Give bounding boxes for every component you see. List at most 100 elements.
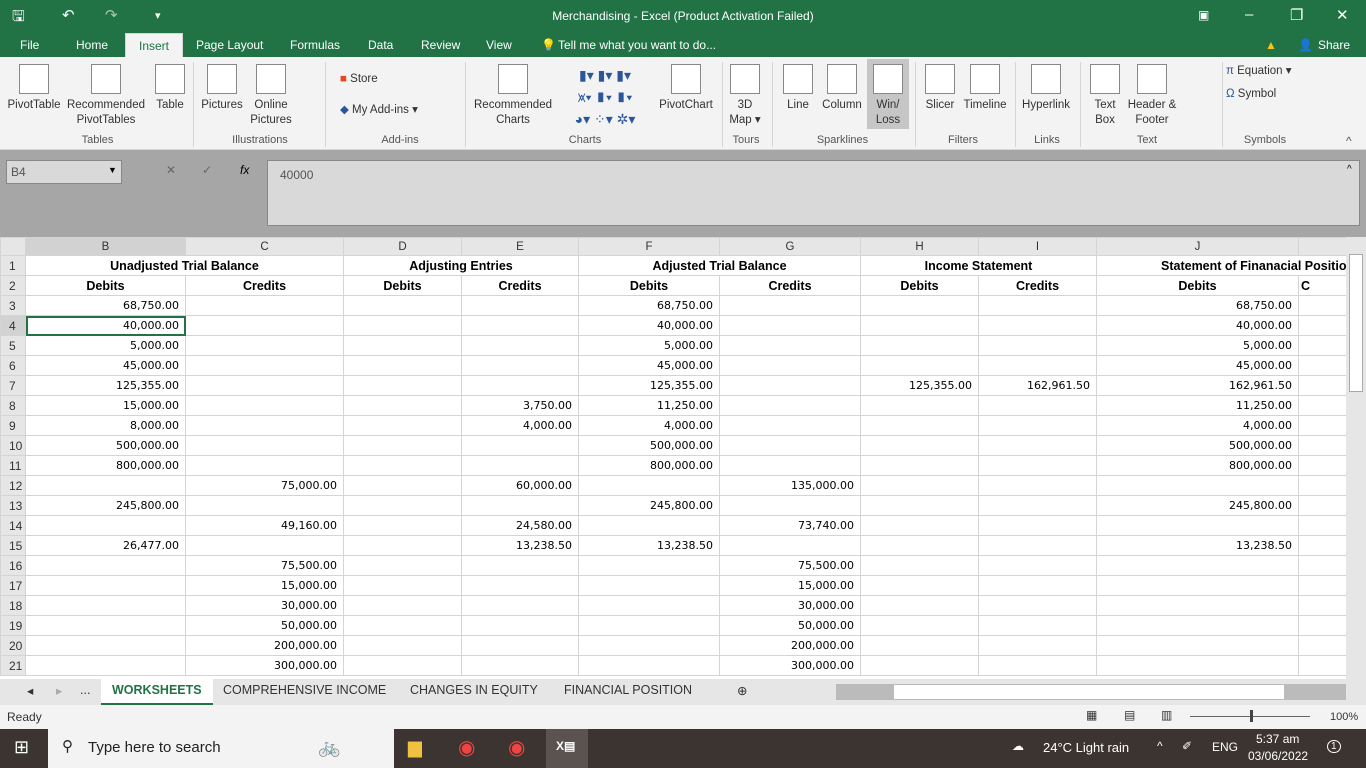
column-header[interactable] [1298, 237, 1346, 256]
minimize-icon[interactable]: – [1245, 6, 1253, 23]
cell-C14[interactable]: 49,160.00 [185, 515, 344, 536]
cell-E16[interactable] [461, 555, 579, 576]
cell-B13[interactable]: 245,800.00 [25, 495, 186, 516]
cell-F3[interactable]: 68,750.00 [578, 295, 720, 316]
row-header[interactable]: 2 [0, 275, 26, 296]
pivotchart-button[interactable]: PivotChart [655, 64, 717, 113]
cell-J10[interactable]: 500,000.00 [1096, 435, 1299, 456]
cell-K14[interactable] [1298, 515, 1346, 536]
cell-I6[interactable] [978, 355, 1097, 376]
cell-I12[interactable] [978, 475, 1097, 496]
sheet-tab-changes-in-equity[interactable]: CHANGES IN EQUITY [410, 683, 538, 697]
cell-J3[interactable]: 68,750.00 [1096, 295, 1299, 316]
cell-G8[interactable] [719, 395, 861, 416]
cell-J15[interactable]: 13,238.50 [1096, 535, 1299, 556]
cell-K16[interactable] [1298, 555, 1346, 576]
cell-H10[interactable] [860, 435, 979, 456]
taskbar-search[interactable]: ⚲ Type here to search [48, 729, 394, 768]
subheader-cell[interactable]: Debits [578, 275, 720, 296]
recommended-charts-button[interactable]: Recommended Charts [470, 64, 556, 128]
cell-E7[interactable] [461, 375, 579, 396]
weather-text[interactable]: 24°C Light rain [1043, 740, 1129, 755]
notification-icon[interactable]: 1 [1327, 740, 1341, 753]
cell-G4[interactable] [719, 315, 861, 336]
cell-J20[interactable] [1096, 635, 1299, 656]
cell-D21[interactable] [343, 655, 462, 676]
horizontal-scrollbar[interactable] [836, 684, 1346, 700]
cell-E3[interactable] [461, 295, 579, 316]
share-icon[interactable]: 👤 [1298, 38, 1313, 52]
cell-G11[interactable] [719, 455, 861, 476]
cell-B20[interactable] [25, 635, 186, 656]
cell-H6[interactable] [860, 355, 979, 376]
name-box[interactable]: B4 [6, 160, 122, 184]
chrome-icon[interactable]: ◉ [458, 735, 475, 760]
h-scroll-thumb[interactable] [894, 685, 1284, 699]
cell-K11[interactable] [1298, 455, 1346, 476]
equation-button[interactable]: π Equation ▾ [1226, 64, 1292, 79]
text-box-button[interactable]: Text Box [1088, 64, 1122, 128]
cancel-icon[interactable]: ✕ [166, 163, 176, 177]
clock-time[interactable]: 5:37 am [1256, 732, 1299, 746]
chart-types-gallery[interactable]: ▮▾ ▮▾ ▮▾ ⩙▾ ▮▾ ▮▾ ◕▾ ⁘▾ ✲▾ [560, 64, 650, 130]
cell-D18[interactable] [343, 595, 462, 616]
section-header[interactable]: Unadjusted Trial Balance [25, 255, 344, 276]
section-header[interactable]: Adjusting Entries [343, 255, 579, 276]
cell-C9[interactable] [185, 415, 344, 436]
cell-B5[interactable]: 5,000.00 [25, 335, 186, 356]
cell-E13[interactable] [461, 495, 579, 516]
cell-G14[interactable]: 73,740.00 [719, 515, 861, 536]
cell-I17[interactable] [978, 575, 1097, 596]
vertical-scrollbar[interactable] [1346, 237, 1366, 679]
tab-home[interactable]: Home [76, 38, 108, 52]
tab-formulas[interactable]: Formulas [290, 38, 340, 52]
column-header[interactable]: D [343, 237, 462, 256]
cell-H4[interactable] [860, 315, 979, 336]
cell-H9[interactable] [860, 415, 979, 436]
cell-J19[interactable] [1096, 615, 1299, 636]
cell-E9[interactable]: 4,000.00 [461, 415, 579, 436]
subheader-cell[interactable]: Credits [185, 275, 344, 296]
cell-J13[interactable]: 245,800.00 [1096, 495, 1299, 516]
cell-H8[interactable] [860, 395, 979, 416]
cell-B19[interactable] [25, 615, 186, 636]
cell-C16[interactable]: 75,500.00 [185, 555, 344, 576]
warning-icon[interactable]: ▲ [1265, 38, 1277, 52]
cell-B12[interactable] [25, 475, 186, 496]
excel-taskbar-icon[interactable]: X▤ [546, 729, 588, 768]
page-break-view-icon[interactable]: ▥ [1161, 708, 1172, 722]
column-header[interactable]: J [1096, 237, 1299, 256]
cell-F13[interactable]: 245,800.00 [578, 495, 720, 516]
tab-view[interactable]: View [486, 38, 512, 52]
cell-G16[interactable]: 75,500.00 [719, 555, 861, 576]
cell-E14[interactable]: 24,580.00 [461, 515, 579, 536]
cell-E15[interactable]: 13,238.50 [461, 535, 579, 556]
insert-function-icon[interactable]: fx [240, 163, 249, 177]
cell-H18[interactable] [860, 595, 979, 616]
cell-J9[interactable]: 4,000.00 [1096, 415, 1299, 436]
section-header[interactable]: Adjusted Trial Balance [578, 255, 861, 276]
cell-H7[interactable]: 125,355.00 [860, 375, 979, 396]
cell-G21[interactable]: 300,000.00 [719, 655, 861, 676]
cell-F8[interactable]: 11,250.00 [578, 395, 720, 416]
scroll-tabs-left-icon[interactable]: ◂ [27, 683, 33, 698]
row-header[interactable]: 10 [0, 435, 26, 456]
online-pictures-button[interactable]: Online Pictures [249, 64, 293, 128]
cell-C13[interactable] [185, 495, 344, 516]
cell-K6[interactable] [1298, 355, 1346, 376]
column-header[interactable]: F [578, 237, 720, 256]
cell-K8[interactable] [1298, 395, 1346, 416]
cell-K21[interactable] [1298, 655, 1346, 676]
recommended-pivottables-button[interactable]: Recommended PivotTables [63, 64, 149, 128]
cell-D9[interactable] [343, 415, 462, 436]
cell-F6[interactable]: 45,000.00 [578, 355, 720, 376]
cell-K9[interactable] [1298, 415, 1346, 436]
cell-F20[interactable] [578, 635, 720, 656]
cell-J5[interactable]: 5,000.00 [1096, 335, 1299, 356]
table-button[interactable]: Table [152, 64, 188, 113]
column-header[interactable]: E [461, 237, 579, 256]
3d-map-button[interactable]: 3D Map ▾ [726, 64, 764, 128]
cell-E8[interactable]: 3,750.00 [461, 395, 579, 416]
slicer-button[interactable]: Slicer [922, 64, 958, 113]
cell-B18[interactable] [25, 595, 186, 616]
